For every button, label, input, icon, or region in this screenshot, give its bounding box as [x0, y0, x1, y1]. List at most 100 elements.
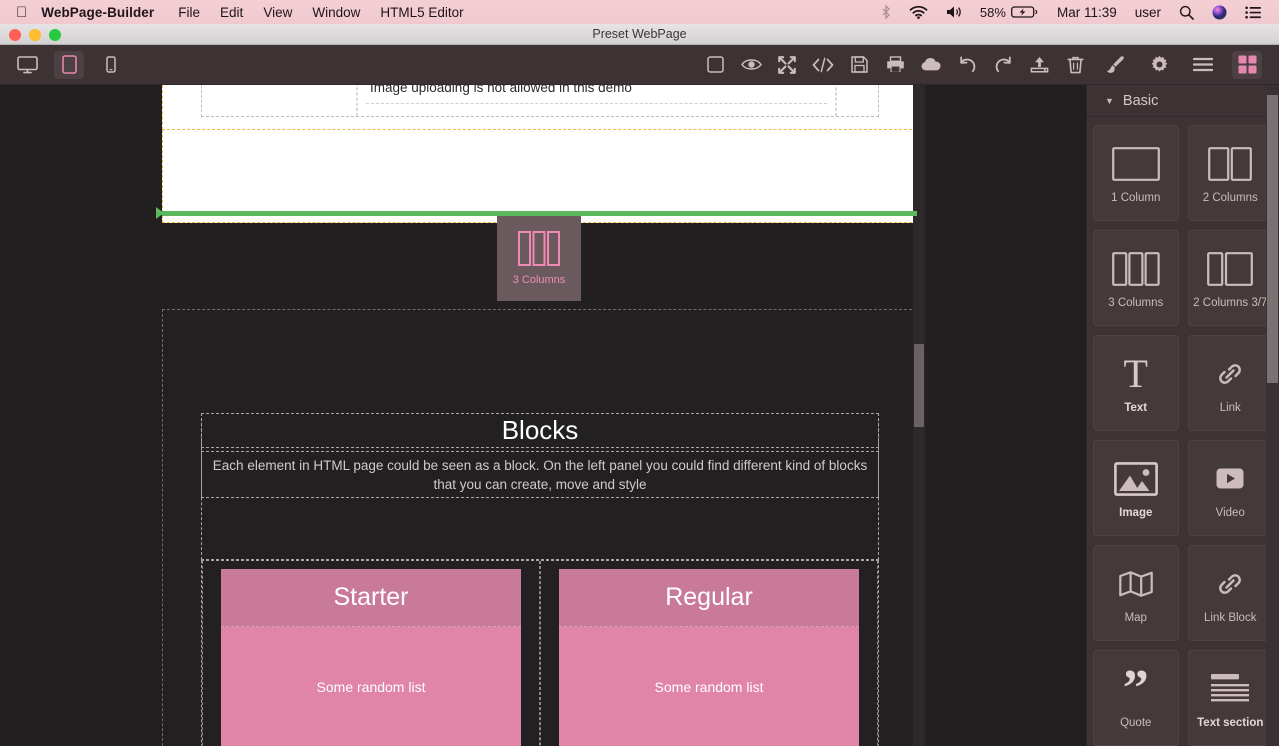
- pricing-card-header[interactable]: Regular: [559, 569, 859, 627]
- page-section-drop-target[interactable]: [162, 130, 917, 223]
- blocks-panel-scrollbar-thumb[interactable]: [1267, 95, 1278, 383]
- maximize-window-button[interactable]: [49, 29, 61, 41]
- cloud-button[interactable]: [916, 51, 946, 79]
- map-icon: [1118, 562, 1153, 606]
- image-upload-message: Image uploading is not allowed in this d…: [366, 85, 827, 104]
- siri-icon[interactable]: [1203, 5, 1236, 20]
- minimize-window-button[interactable]: [29, 29, 41, 41]
- fullscreen-button[interactable]: [772, 51, 802, 79]
- pricing-card-body-text: Some random list: [654, 679, 764, 695]
- drag-ghost-label: 3 Columns: [512, 274, 566, 286]
- pricing-card-regular[interactable]: Regular Some random list + Regular featu…: [559, 569, 859, 746]
- mobile-view-button[interactable]: [96, 51, 126, 79]
- macos-menu-bar:  WebPage-Builder File Edit View Window …: [0, 0, 1279, 24]
- image-row-column-right[interactable]: [836, 85, 878, 116]
- redo-button[interactable]: [988, 51, 1018, 79]
- menu-clock[interactable]: Mar 11:39: [1048, 5, 1126, 20]
- publish-button[interactable]: [1024, 51, 1054, 79]
- close-window-button[interactable]: [9, 29, 21, 41]
- layers-menu-button[interactable]: [1188, 51, 1218, 79]
- block-item-label: Video: [1215, 506, 1245, 519]
- pricing-card-column[interactable]: Starter Some random list + Starter featu…: [202, 561, 540, 746]
- menu-item-view[interactable]: View: [253, 5, 302, 20]
- block-item-text[interactable]: T Text: [1093, 335, 1179, 431]
- block-item-quote[interactable]: ” Quote: [1093, 650, 1179, 746]
- one-column-icon: [1111, 142, 1160, 186]
- blocks-description: Each element in HTML page could be seen …: [212, 457, 868, 492]
- editor-body: Image uploading is not allowed in this d…: [0, 85, 1279, 746]
- block-item-2-columns[interactable]: 2 Columns: [1187, 125, 1273, 221]
- wifi-icon[interactable]: [900, 5, 937, 19]
- settings-button[interactable]: [1144, 51, 1174, 79]
- blocks-panel-section-header[interactable]: ▼ Basic: [1087, 85, 1279, 117]
- canvas-scrollbar-thumb[interactable]: [914, 344, 924, 427]
- block-item-map[interactable]: Map: [1093, 545, 1179, 641]
- link-icon: [1215, 352, 1245, 396]
- image-row-column-left[interactable]: [202, 85, 357, 116]
- undo-button[interactable]: [952, 51, 982, 79]
- menu-app-name[interactable]: WebPage-Builder: [41, 5, 168, 20]
- page-section-image-row[interactable]: Image uploading is not allowed in this d…: [162, 85, 917, 130]
- image-icon: [1113, 457, 1158, 501]
- pricing-card-column[interactable]: Regular Some random list + Regular featu…: [540, 561, 878, 746]
- block-item-text-section[interactable]: Text section: [1187, 650, 1273, 746]
- blocks-heading-block[interactable]: Blocks: [201, 413, 879, 448]
- desktop-view-button[interactable]: [12, 51, 42, 79]
- bluetooth-icon[interactable]: [872, 4, 900, 20]
- pricing-card-header[interactable]: Starter: [221, 569, 521, 627]
- preview-button[interactable]: [736, 51, 766, 79]
- block-item-2-columns-3-7[interactable]: 2 Columns 3/7: [1187, 230, 1273, 326]
- two-columns-37-icon: [1207, 247, 1254, 291]
- canvas-area[interactable]: Image uploading is not allowed in this d…: [0, 85, 1086, 746]
- menu-item-file[interactable]: File: [168, 5, 210, 20]
- chevron-down-icon[interactable]: ▼: [1105, 96, 1114, 106]
- block-item-image[interactable]: Image: [1093, 440, 1179, 536]
- search-icon[interactable]: [1170, 5, 1203, 20]
- borders-toggle-button[interactable]: [700, 51, 730, 79]
- window-controls: [9, 29, 61, 41]
- blocks-subheading-block[interactable]: Each element in HTML page could be seen …: [201, 451, 879, 498]
- block-item-label: 1 Column: [1111, 191, 1161, 204]
- save-button[interactable]: [844, 51, 874, 79]
- menu-item-window[interactable]: Window: [302, 5, 370, 20]
- print-button[interactable]: [880, 51, 910, 79]
- image-row-column-center[interactable]: Image uploading is not allowed in this d…: [357, 85, 836, 116]
- pricing-card-body-text: Some random list: [316, 679, 426, 695]
- block-item-label: Quote: [1120, 716, 1152, 729]
- block-item-link-block[interactable]: Link Block: [1187, 545, 1273, 641]
- toolbar-right-group: [1093, 50, 1269, 79]
- pricing-card-body[interactable]: Some random list: [559, 627, 859, 746]
- control-center-icon[interactable]: [1236, 6, 1271, 19]
- block-item-link[interactable]: Link: [1187, 335, 1273, 431]
- block-item-label: Link Block: [1204, 611, 1257, 624]
- pricing-card-body[interactable]: Some random list: [221, 627, 521, 746]
- page-canvas[interactable]: Image uploading is not allowed in this d…: [162, 85, 917, 223]
- block-item-label: Text: [1124, 401, 1148, 414]
- block-item-label: Image: [1119, 506, 1153, 519]
- canvas-scrollbar[interactable]: [913, 85, 925, 746]
- blocks-panel-section-title: Basic: [1122, 92, 1159, 109]
- pricing-card-starter[interactable]: Starter Some random list + Starter featu…: [221, 569, 521, 746]
- tablet-view-button[interactable]: [54, 50, 84, 79]
- menu-bar-status-area: 58% Mar 11:39 user: [872, 4, 1271, 20]
- page-section-blocks[interactable]: Blocks Each element in HTML page could b…: [162, 309, 917, 746]
- volume-icon[interactable]: [937, 5, 971, 19]
- two-columns-icon: [1208, 142, 1253, 186]
- block-item-1-column[interactable]: 1 Column: [1093, 125, 1179, 221]
- blocks-panel-button[interactable]: [1232, 50, 1262, 79]
- menu-user-label[interactable]: user: [1126, 5, 1170, 20]
- blocks-panel-grid: 1 Column 2 Columns 3 Columns 2 Columns 3…: [1087, 117, 1279, 746]
- style-brush-button[interactable]: [1100, 51, 1130, 79]
- apple-menu-icon[interactable]: : [0, 5, 41, 20]
- block-item-video[interactable]: Video: [1187, 440, 1273, 536]
- menu-item-edit[interactable]: Edit: [210, 5, 253, 20]
- code-view-button[interactable]: [808, 51, 838, 79]
- delete-button[interactable]: [1060, 51, 1090, 79]
- block-item-3-columns[interactable]: 3 Columns: [1093, 230, 1179, 326]
- blocks-panel-scrollbar[interactable]: [1266, 85, 1279, 746]
- block-item-label: 3 Columns: [1108, 296, 1164, 309]
- image-row-columns: Image uploading is not allowed in this d…: [201, 85, 879, 117]
- menu-item-html5-editor[interactable]: HTML5 Editor: [370, 5, 473, 20]
- drag-ghost-three-columns[interactable]: 3 Columns: [497, 216, 581, 301]
- battery-status[interactable]: 58%: [971, 5, 1048, 20]
